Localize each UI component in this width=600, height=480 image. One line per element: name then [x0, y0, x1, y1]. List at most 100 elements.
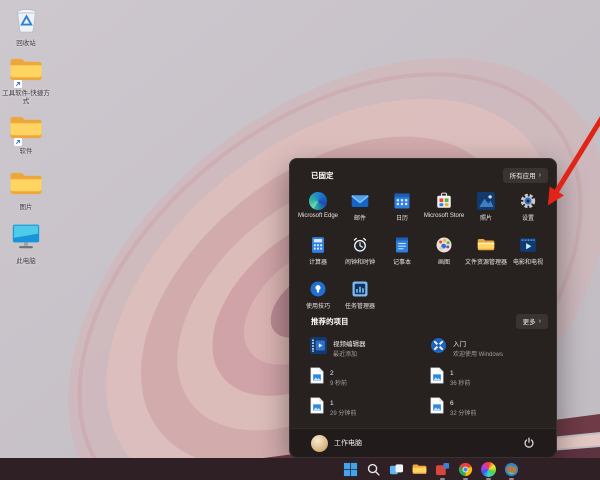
user-avatar — [311, 435, 328, 452]
user-profile-button[interactable]: 工作电脑 — [311, 435, 362, 452]
red-app-icon — [435, 462, 450, 477]
recommended-item-file[interactable]: 1 29 分钟前 — [304, 393, 424, 423]
red-app-button[interactable] — [434, 461, 450, 477]
recommended-item-subtitle: 29 分钟前 — [330, 408, 356, 417]
folder-shortcut-icon — [9, 114, 43, 146]
recommended-item-title: 2 — [330, 370, 347, 377]
recommended-grid: 视频编辑器 最近添加 入门 欢迎使用 Windows — [304, 333, 544, 423]
desktop-icon-folder-3[interactable]: 图片 — [2, 170, 50, 212]
calculator-icon — [309, 236, 327, 254]
recommended-item-subtitle: 欢迎使用 Windows — [453, 349, 503, 358]
image-file-icon — [310, 367, 324, 389]
movies-tv-icon — [519, 236, 537, 254]
all-apps-button[interactable]: 所有应用 › — [503, 168, 548, 183]
recommended-item-title: 视频编辑器 — [333, 338, 366, 348]
desktop-icon-label: 软件 — [20, 148, 33, 156]
recommended-item-video-editor[interactable]: 视频编辑器 最近添加 — [304, 333, 424, 363]
store-icon — [435, 192, 453, 210]
recommended-item-title: 1 — [450, 370, 470, 377]
pinned-app-calendar[interactable]: 日历 — [381, 189, 423, 233]
pinned-app-label: 任务管理器 — [345, 301, 375, 310]
image-file-icon — [430, 367, 444, 389]
desktop-icon-label: 此电脑 — [16, 258, 36, 266]
recommended-item-file[interactable]: 6 32 分钟前 — [424, 393, 544, 423]
task-view-button[interactable] — [388, 461, 404, 477]
desktop-icon-folder-2[interactable]: 软件 — [2, 114, 50, 156]
pinned-app-notepad[interactable]: 记事本 — [381, 233, 423, 277]
pinned-apps-grid: Microsoft Edge 邮件 日历 — [297, 189, 551, 321]
shortcut-arrow-badge — [14, 138, 22, 146]
pinned-app-label: 设置 — [522, 213, 534, 222]
chevron-right-icon: › — [539, 318, 541, 325]
pinned-app-label: Microsoft Store — [424, 213, 464, 219]
color-wheel-icon — [481, 462, 496, 477]
start-menu: 已固定 所有应用 › Microsoft Edge 邮件 — [289, 158, 557, 458]
file-explorer-icon — [412, 462, 427, 477]
globe-app-button[interactable] — [503, 461, 519, 477]
desktop-icon-this-pc[interactable]: 此电脑 — [2, 222, 50, 266]
recommended-item-subtitle: 36 秒前 — [450, 378, 470, 387]
pc-monitor-icon — [10, 222, 42, 256]
search-button[interactable] — [365, 461, 381, 477]
pinned-app-microsoft-store[interactable]: Microsoft Store — [423, 189, 465, 233]
recommended-item-subtitle: 最近添加 — [333, 349, 366, 358]
recycle-bin-icon — [13, 4, 40, 38]
taskbar-icons — [342, 458, 519, 480]
mail-icon — [351, 192, 369, 210]
start-button[interactable] — [342, 461, 358, 477]
folder-icon — [9, 170, 43, 202]
image-file-icon — [310, 397, 324, 419]
task-manager-icon — [351, 280, 369, 298]
pinned-app-movies-tv[interactable]: 电影和电视 — [507, 233, 549, 277]
pinned-app-calculator[interactable]: 计算器 — [297, 233, 339, 277]
desktop-icon-folder-1[interactable]: 工具软件-快捷方式 — [2, 56, 50, 106]
pinned-section-header: 已固定 所有应用 › — [311, 168, 548, 182]
pinned-app-label: 记事本 — [393, 257, 411, 266]
pinned-app-settings[interactable]: 设置 — [507, 189, 549, 233]
photos-icon — [477, 192, 495, 210]
pinned-app-mail[interactable]: 邮件 — [339, 189, 381, 233]
get-started-icon — [430, 337, 447, 359]
desktop-icon-label: 回收站 — [16, 40, 36, 48]
recommended-item-file[interactable]: 2 9 秒前 — [304, 363, 424, 393]
globe-app-icon — [504, 462, 519, 477]
pinned-app-microsoft-edge[interactable]: Microsoft Edge — [297, 189, 339, 233]
start-menu-footer: 工作电脑 — [290, 428, 556, 457]
recommended-item-subtitle: 9 秒前 — [330, 378, 347, 387]
pinned-app-label: 照片 — [480, 213, 492, 222]
pinned-app-paint[interactable]: 画图 — [423, 233, 465, 277]
pinned-app-label: 电影和电视 — [513, 257, 543, 266]
desktop-icon-label: 图片 — [20, 204, 33, 212]
recommended-title: 推荐的项目 — [311, 316, 349, 327]
pinned-app-photos[interactable]: 照片 — [465, 189, 507, 233]
pinned-app-alarms-clock[interactable]: 闹钟和时钟 — [339, 233, 381, 277]
more-button[interactable]: 更多 › — [516, 314, 548, 329]
recommended-item-get-started[interactable]: 入门 欢迎使用 Windows — [424, 333, 544, 363]
recommended-section-header: 推荐的项目 更多 › — [311, 314, 548, 328]
search-icon — [366, 462, 381, 477]
chrome-icon — [458, 462, 473, 477]
chrome-button[interactable] — [457, 461, 473, 477]
taskbar — [0, 458, 600, 480]
file-explorer-button[interactable] — [411, 461, 427, 477]
paint-icon — [435, 236, 453, 254]
pinned-app-file-explorer[interactable]: 文件资源管理器 — [465, 233, 507, 277]
desktop-icon-label: 工具软件-快捷方式 — [2, 90, 50, 106]
more-label: 更多 — [523, 316, 536, 326]
calendar-icon — [393, 192, 411, 210]
settings-gear-icon — [519, 192, 537, 210]
pinned-app-label: 计算器 — [309, 257, 327, 266]
chevron-right-icon: › — [539, 172, 541, 179]
recommended-item-file[interactable]: 1 36 秒前 — [424, 363, 544, 393]
tips-icon — [309, 280, 327, 298]
recommended-item-title: 1 — [330, 400, 356, 407]
pinned-app-label: 画图 — [438, 257, 450, 266]
pinned-app-label: 使用技巧 — [306, 301, 330, 310]
alarm-clock-icon — [351, 236, 369, 254]
folder-shortcut-icon — [9, 56, 43, 88]
pinned-app-label: 闹钟和时钟 — [345, 257, 375, 266]
desktop-icon-recycle-bin[interactable]: 回收站 — [2, 4, 50, 48]
power-button[interactable] — [523, 437, 535, 449]
color-wheel-app-button[interactable] — [480, 461, 496, 477]
start-icon — [343, 462, 358, 477]
